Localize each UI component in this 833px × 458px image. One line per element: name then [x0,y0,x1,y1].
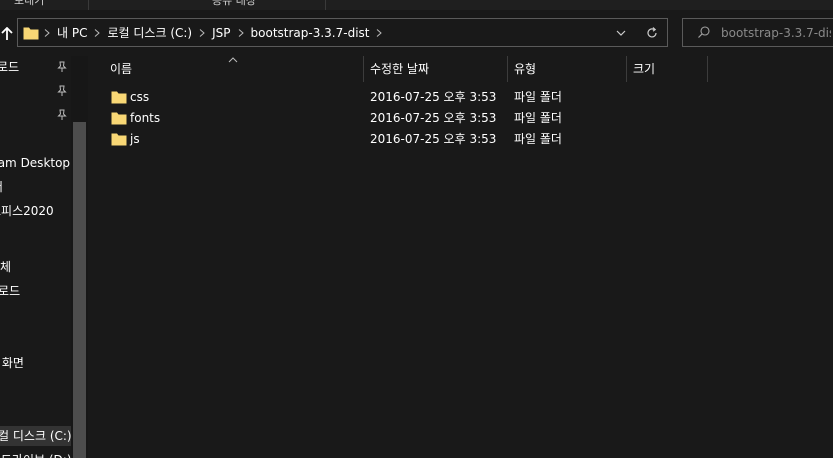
pin-icon[interactable] [56,109,68,121]
nav-item-label: 운로드 [0,284,21,298]
file-name: fonts [130,111,161,125]
nav-item-label: Steam Desktop [0,156,71,170]
chevron-right-icon [199,28,205,37]
search-input[interactable] [721,19,831,46]
chevron-down-icon [616,30,626,36]
nav-item-local-drive-d[interactable]: 로컬 드라이브 (D:) [0,450,72,458]
folder-icon [111,91,127,104]
breadcrumb-jsp[interactable]: JSP [208,26,234,40]
search-icon [698,26,710,38]
nav-item-office2020[interactable]: 오피스2020 [0,201,54,221]
nav-item-label: 개체 [0,260,12,274]
nav-item-folder[interactable]: 어 [0,177,3,197]
nav-item-label: 오피스2020 [0,204,54,218]
file-row[interactable]: css 2016-07-25 오후 3:53 파일 폴더 [106,87,606,108]
breadcrumb-chevron[interactable] [91,28,103,37]
ribbon-tab-send[interactable]: 보내기 [14,0,44,8]
nav-item-label: 운로드 [0,60,20,74]
nav-item-downloads[interactable]: 운로드 [0,57,19,77]
refresh-button[interactable] [644,25,660,41]
search-box[interactable] [682,18,833,47]
chevron-right-icon [238,28,244,37]
pin-icon[interactable] [56,85,68,97]
file-type: 파일 폴더 [514,111,562,125]
nav-item-label: 로컬 드라이브 (D:) [0,450,72,458]
chevron-right-icon [377,28,383,37]
address-history-dropdown[interactable] [614,26,628,40]
folder-icon [23,27,39,39]
ribbon-divider [88,0,89,10]
breadcrumb-this-pc[interactable]: 내 PC [53,24,91,41]
file-date: 2016-07-25 오후 3:53 [370,132,497,146]
file-list: 이름 수정한 날짜 유형 크기 css 2016-07-25 오후 3:53 파… [88,56,833,458]
nav-item-steam-desktop[interactable]: Steam Desktop [0,153,70,173]
file-name: css [130,90,150,104]
ribbon-tab-share[interactable]: 공유 대상 [212,0,256,8]
column-header-type[interactable]: 유형 [507,56,626,82]
nav-item-local-disk-c[interactable]: 로컬 디스크 (C:) [0,426,72,446]
column-header-size[interactable]: 크기 [626,56,706,82]
breadcrumb-bootstrap[interactable]: bootstrap-3.3.7-dist [247,26,374,40]
nav-item-3d-objects[interactable]: 개체 [0,257,11,277]
breadcrumb-chevron[interactable] [41,28,53,37]
navigation-pane: 운로드 Steam Desktop 어 오피스2020 개체 운로드 악 바탕 … [0,56,72,458]
address-bar[interactable]: 내 PC 로컬 디스크 (C:) JSP bootstrap-3.3.7-dis… [17,18,668,47]
up-arrow-icon [1,27,13,40]
column-header-name[interactable]: 이름 [103,56,362,82]
breadcrumb-chevron[interactable] [373,28,385,37]
file-date: 2016-07-25 오후 3:53 [370,90,497,104]
file-name: js [130,132,140,146]
nav-item-label: 어 [0,177,3,197]
folder-icon [111,133,127,146]
nav-item-downloads-2[interactable]: 운로드 [0,281,20,301]
chevron-right-icon [44,28,50,37]
nav-item-desktop[interactable]: 바탕 화면 [0,353,24,373]
up-button[interactable] [0,24,14,44]
nav-item-label: 로컬 디스크 (C:) [0,429,72,443]
nav-scrollbar-thumb[interactable] [73,122,86,458]
file-date: 2016-07-25 오후 3:53 [370,111,497,125]
refresh-icon [647,27,657,38]
folder-icon [111,112,127,125]
file-row[interactable]: js 2016-07-25 오후 3:53 파일 폴더 [106,129,606,150]
breadcrumb-chevron[interactable] [196,28,208,37]
chevron-right-icon [95,28,101,37]
column-header-date[interactable]: 수정한 날짜 [363,56,507,82]
ribbon-divider [325,0,326,10]
file-type: 파일 폴더 [514,90,562,104]
file-type: 파일 폴더 [514,132,562,146]
breadcrumb-local-disk[interactable]: 로컬 디스크 (C:) [103,24,196,41]
ribbon: 보내기 공유 대상 [0,0,833,10]
breadcrumb-chevron[interactable] [235,28,247,37]
navigation-row: 내 PC 로컬 디스크 (C:) JSP bootstrap-3.3.7-dis… [0,10,833,56]
pin-icon[interactable] [56,61,68,73]
nav-item-label: 바탕 화면 [0,356,24,370]
breadcrumb: 내 PC 로컬 디스크 (C:) JSP bootstrap-3.3.7-dis… [18,19,385,46]
file-row[interactable]: fonts 2016-07-25 오후 3:53 파일 폴더 [106,108,606,129]
column-divider[interactable] [707,56,708,82]
